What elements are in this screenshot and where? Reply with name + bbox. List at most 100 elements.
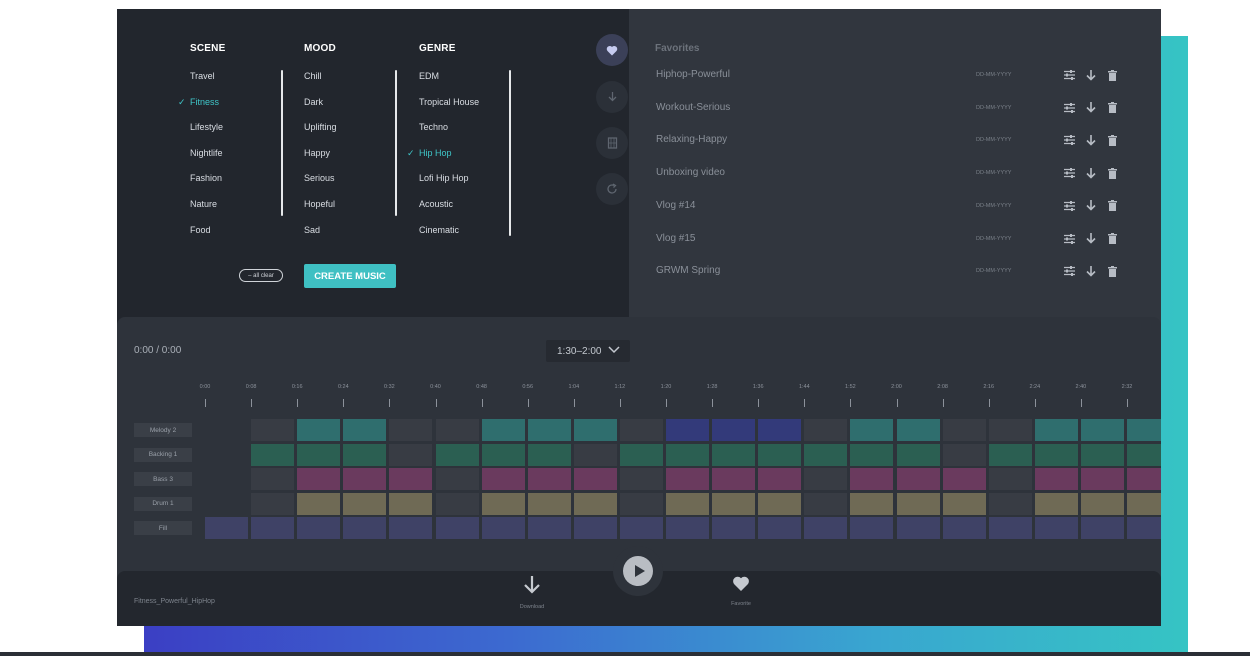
track-cell[interactable] <box>435 492 479 515</box>
trash-icon[interactable] <box>1105 263 1119 279</box>
track-cell[interactable] <box>573 443 617 466</box>
sliders-icon[interactable] <box>1062 198 1076 214</box>
range-select[interactable]: 1:30–2:00 <box>546 340 630 362</box>
track-cell[interactable] <box>1127 492 1161 515</box>
sliders-icon[interactable] <box>1062 100 1076 116</box>
track-cell[interactable] <box>758 517 802 540</box>
track-cell[interactable] <box>988 443 1032 466</box>
track-cell[interactable] <box>527 419 571 441</box>
track-cell[interactable] <box>1127 468 1161 491</box>
download-icon[interactable] <box>1084 165 1098 181</box>
track-cell[interactable] <box>1080 517 1124 540</box>
track-cell[interactable] <box>850 443 894 466</box>
track-cell[interactable] <box>389 443 433 466</box>
track-cell[interactable] <box>942 468 986 491</box>
track-cell[interactable] <box>988 517 1032 540</box>
track-cell[interactable] <box>896 468 940 491</box>
trash-icon[interactable] <box>1105 132 1119 148</box>
track-cell[interactable] <box>804 492 848 515</box>
trash-icon[interactable] <box>1105 165 1119 181</box>
track-cell[interactable] <box>205 517 248 540</box>
download-icon[interactable] <box>1084 198 1098 214</box>
mood-option[interactable]: Uplifting <box>304 122 337 132</box>
genre-option[interactable]: Hip Hop <box>419 148 452 158</box>
track-cell[interactable] <box>435 443 479 466</box>
track-cell[interactable] <box>573 492 617 515</box>
track-cell[interactable] <box>988 419 1032 441</box>
mood-option[interactable]: Sad <box>304 225 320 235</box>
track-cell[interactable] <box>758 468 802 491</box>
track-cell[interactable] <box>666 468 709 491</box>
track-cell[interactable] <box>619 468 663 491</box>
track-cell[interactable] <box>481 517 525 540</box>
track-cell[interactable] <box>804 419 848 441</box>
track-cell[interactable] <box>804 468 848 491</box>
sliders-icon[interactable] <box>1062 165 1076 181</box>
download-icon[interactable] <box>1084 263 1098 279</box>
track-cell[interactable] <box>1080 443 1124 466</box>
track-cell[interactable] <box>343 443 387 466</box>
track-cell[interactable] <box>527 517 571 540</box>
track-cell[interactable] <box>896 443 940 466</box>
scene-option[interactable]: Nightlife <box>190 148 223 158</box>
track-cell[interactable] <box>389 492 433 515</box>
track-cell[interactable] <box>1127 517 1161 540</box>
track-cell[interactable] <box>942 419 986 441</box>
mood-option[interactable]: Hopeful <box>304 199 335 209</box>
genre-option[interactable]: Acoustic <box>419 199 453 209</box>
track-cell[interactable] <box>343 468 387 491</box>
track-cell[interactable] <box>1034 492 1078 515</box>
track-cell[interactable] <box>1034 443 1078 466</box>
scene-option[interactable]: Lifestyle <box>190 122 223 132</box>
track-cell[interactable] <box>896 492 940 515</box>
favorite-row[interactable]: Workout-Serious DD-MM-YYYY <box>629 100 1161 120</box>
mood-option[interactable]: Serious <box>304 173 335 183</box>
track-cell[interactable] <box>666 492 709 515</box>
genre-option[interactable]: Lofi Hip Hop <box>419 173 469 183</box>
scene-option[interactable]: Travel <box>190 71 215 81</box>
download-icon[interactable] <box>1084 67 1098 83</box>
trash-icon[interactable] <box>1105 231 1119 247</box>
scene-scrollbar[interactable] <box>281 70 283 216</box>
track-cell[interactable] <box>297 419 341 441</box>
scene-option[interactable]: Food <box>190 225 211 235</box>
track-cell[interactable] <box>1127 419 1161 441</box>
track-cell[interactable] <box>712 517 756 540</box>
track-cell[interactable] <box>481 492 525 515</box>
track-cell[interactable] <box>573 517 617 540</box>
sliders-icon[interactable] <box>1062 132 1076 148</box>
track-cell[interactable] <box>712 419 756 441</box>
track-cell[interactable] <box>297 443 341 466</box>
track-cell[interactable] <box>343 517 387 540</box>
track-cell[interactable] <box>896 517 940 540</box>
track-cell[interactable] <box>481 468 525 491</box>
genre-option[interactable]: Techno <box>419 122 448 132</box>
scene-option[interactable]: Fashion <box>190 173 222 183</box>
genre-option[interactable]: Cinematic <box>419 225 459 235</box>
track-cell[interactable] <box>619 443 663 466</box>
favorite-button[interactable]: Favorite <box>711 575 771 619</box>
sliders-icon[interactable] <box>1062 231 1076 247</box>
track-cell[interactable] <box>297 468 341 491</box>
download-icon[interactable] <box>1084 100 1098 116</box>
track-cell[interactable] <box>527 492 571 515</box>
track-cell[interactable] <box>251 517 295 540</box>
track-cell[interactable] <box>804 443 848 466</box>
track-cell[interactable] <box>481 419 525 441</box>
scene-option[interactable]: Fitness <box>190 97 219 107</box>
track-cell[interactable] <box>666 443 709 466</box>
track-cell[interactable] <box>619 419 663 441</box>
track-cell[interactable] <box>988 468 1032 491</box>
track-cell[interactable] <box>1034 468 1078 491</box>
track-cell[interactable] <box>850 517 894 540</box>
mood-option[interactable]: Happy <box>304 148 330 158</box>
track-cell[interactable] <box>988 492 1032 515</box>
track-cell[interactable] <box>527 468 571 491</box>
track-cell[interactable] <box>527 443 571 466</box>
favorites-rail-button[interactable] <box>596 34 628 66</box>
track-cell[interactable] <box>758 443 802 466</box>
track-cell[interactable] <box>804 517 848 540</box>
track-cell[interactable] <box>758 419 802 441</box>
track-cell[interactable] <box>712 492 756 515</box>
download-icon[interactable] <box>1084 132 1098 148</box>
